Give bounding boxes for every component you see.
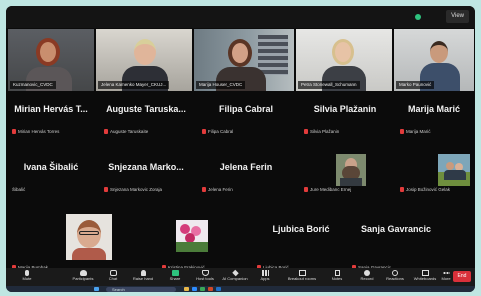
participant-name: Petra Stonewall_Schumann: [298, 81, 360, 89]
mic-off-icon: [400, 187, 404, 192]
start-icon[interactable]: [94, 287, 99, 291]
participant-tile[interactable]: Snjezana Marko... Snjezana Markovic Zora…: [98, 152, 194, 194]
participant-tile[interactable]: Marija Marić Marija Marić: [394, 94, 474, 136]
profile-photo: [438, 154, 470, 186]
participant-name: Jelena Kamenko Mayer_CKUJ...: [98, 81, 170, 89]
participant-tile[interactable]: Ivana Šibalić Šibalić: [6, 152, 96, 194]
participant-display-name: Filipa Cabral: [218, 104, 273, 114]
view-button[interactable]: View: [446, 10, 469, 23]
participant-label: Marija Marić: [400, 129, 431, 134]
connection-status-icon: [415, 14, 421, 20]
notes-button[interactable]: Notes: [322, 269, 352, 285]
ai-companion-button[interactable]: AI Companion: [220, 269, 250, 285]
top-bar: View: [6, 6, 475, 28]
participant-label: Jure Medibanc Ernej: [304, 187, 351, 192]
record-button[interactable]: Record: [352, 269, 382, 285]
participant-label: Josip Božinović Gelak: [400, 187, 450, 192]
video-tile[interactable]: Jelena Kamenko Mayer_CKUJ...: [96, 29, 192, 91]
apps-button[interactable]: Apps: [250, 269, 280, 285]
participant-tile[interactable]: Jure Medibanc Ernej: [298, 152, 392, 194]
mute-button[interactable]: Mute: [12, 269, 42, 285]
zoom-app-icon[interactable]: [192, 287, 197, 291]
participant-tile[interactable]: Ljubica Borić Ljubica Borić: [251, 210, 351, 270]
participant-label: Filipa Cabral: [202, 129, 233, 134]
video-tile[interactable]: Marko Paunović: [394, 29, 474, 91]
participant-tile[interactable]: Mirian Hervás T... Mirian Hervás Torres: [6, 94, 96, 136]
word-app-icon[interactable]: [216, 287, 221, 291]
participant-tile[interactable]: Jelena Ferin Jelena Ferin: [196, 152, 296, 194]
end-meeting-button[interactable]: End: [453, 271, 471, 282]
participant-label: Silvia Plažanin: [304, 129, 339, 134]
mic-off-icon: [304, 187, 308, 192]
participant-tile[interactable]: Auguste Taruska... Auguste Taruskaite: [98, 94, 194, 136]
profile-photo: [66, 214, 112, 260]
meeting-toolbar: Mute Participants Chat Raise hand Share …: [6, 268, 475, 286]
raise-hand-button[interactable]: Raise hand: [128, 269, 158, 285]
participant-name: Kuzmanovic_CVDC: [10, 81, 56, 89]
video-tile-active-speaker[interactable]: Marija Houser_CVDC: [194, 29, 294, 91]
participant-display-name: Jelena Ferin: [219, 162, 273, 172]
mic-off-icon: [104, 129, 108, 134]
participant-tile[interactable]: Josip Božinović Gelak: [394, 152, 474, 194]
profile-photo: [336, 154, 366, 186]
participant-display-name: Auguste Taruska...: [106, 104, 186, 114]
participant-tile[interactable]: Kristina Frakinović: [156, 210, 256, 270]
participant-name: Marija Houser_CVDC: [196, 81, 246, 89]
mic-off-icon: [202, 187, 206, 192]
zoom-window: View Kuzmanovic_CVDC Jelena Kamenko Maye…: [6, 6, 475, 292]
mic-off-icon: [104, 187, 108, 192]
participant-name: Marko Paunović: [396, 81, 435, 89]
host-tools-button[interactable]: Host tools: [190, 269, 220, 285]
participant-display-name: Ljubica Borić: [272, 224, 330, 234]
participant-display-name: Silvia Plažanin: [313, 104, 377, 114]
participant-display-name: Marija Marić: [407, 104, 461, 114]
reactions-button[interactable]: Reactions: [380, 269, 410, 285]
folder-icon[interactable]: [184, 287, 189, 291]
participant-label: Jelena Ferin: [202, 187, 233, 192]
os-taskbar: Search: [6, 286, 475, 292]
video-strip: Kuzmanovic_CVDC Jelena Kamenko Mayer_CKU…: [6, 29, 475, 91]
breakout-rooms-button[interactable]: Breakout rooms: [284, 269, 320, 285]
participant-label: Mirian Hervás Torres: [12, 129, 59, 134]
participant-label: Šibalić: [12, 187, 26, 192]
mic-off-icon: [400, 129, 404, 134]
chat-button[interactable]: Chat: [98, 269, 128, 285]
participant-tile[interactable]: Silvia Plažanin Silvia Plažanin: [298, 94, 392, 136]
mic-off-icon: [12, 129, 16, 134]
participant-display-name: Ivana Šibalić: [23, 162, 79, 172]
participant-display-name: Mirian Hervás T...: [14, 104, 88, 114]
profile-photo: [176, 220, 208, 252]
participant-tile[interactable]: Sanja Gavrancic Sanja Gavrancic: [346, 210, 446, 270]
participant-display-name: Sanja Gavrancic: [360, 224, 432, 234]
mic-off-icon: [304, 129, 308, 134]
participant-label: Auguste Taruskaite: [104, 129, 148, 134]
chrome-icon[interactable]: [200, 287, 205, 291]
office-app-icon[interactable]: [208, 287, 213, 291]
participant-grid: Mirian Hervás T... Mirian Hervás Torres …: [6, 94, 475, 270]
participant-label: Snjezana Markovic Zoraja: [104, 187, 162, 192]
taskbar-search[interactable]: Search: [106, 287, 176, 292]
video-tile[interactable]: Kuzmanovic_CVDC: [8, 29, 94, 91]
participants-button[interactable]: Participants: [68, 269, 98, 285]
participant-tile[interactable]: Filipa Cabral Filipa Cabral: [196, 94, 296, 136]
mic-off-icon: [202, 129, 206, 134]
participant-tile[interactable]: Marija Bumbak: [6, 210, 112, 270]
video-tile[interactable]: Petra Stonewall_Schumann: [296, 29, 392, 91]
participant-display-name: Snjezana Marko...: [108, 162, 184, 172]
share-button[interactable]: Share: [160, 269, 190, 285]
